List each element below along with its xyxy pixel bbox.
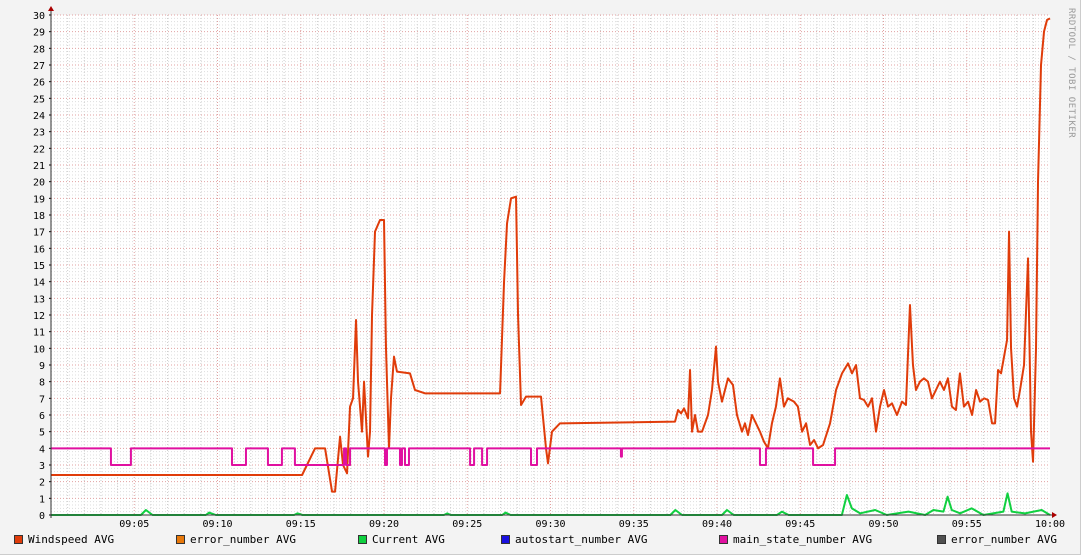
y-tick-label: 3 <box>39 461 45 472</box>
y-tick-label: 24 <box>33 111 45 122</box>
legend-swatch <box>719 535 728 544</box>
legend-item: error_number AVG <box>176 533 358 546</box>
y-tick-label: 8 <box>39 378 45 389</box>
x-tick-label: 09:15 <box>286 519 316 530</box>
legend-swatch <box>937 535 946 544</box>
legend-label: autostart_number AVG <box>515 533 648 546</box>
y-tick-label: 9 <box>39 361 45 372</box>
x-axis-arrow-icon <box>1052 512 1057 518</box>
y-tick-label: 4 <box>39 444 45 455</box>
y-tick-label: 22 <box>33 144 45 155</box>
x-tick-label: 10:00 <box>1035 519 1065 530</box>
y-tick-label: 11 <box>33 328 45 339</box>
legend-label: Current AVG <box>372 533 445 546</box>
x-tick-label: 09:20 <box>369 519 399 530</box>
y-tick-label: 5 <box>39 428 45 439</box>
y-tick-label: 10 <box>33 344 45 355</box>
legend-item: autostart_number AVG <box>501 533 719 546</box>
legend-swatch <box>358 535 367 544</box>
y-tick-label: 7 <box>39 394 45 405</box>
y-tick-label: 6 <box>39 411 45 422</box>
y-tick-label: 13 <box>33 294 45 305</box>
y-tick-label: 1 <box>39 494 45 505</box>
y-tick-label: 12 <box>33 311 45 322</box>
y-tick-label: 14 <box>33 278 45 289</box>
y-tick-label: 27 <box>33 61 45 72</box>
x-tick-label: 09:50 <box>868 519 898 530</box>
y-tick-label: 19 <box>33 194 45 205</box>
x-tick-label: 09:30 <box>535 519 565 530</box>
watermark: RRDTOOL / TOBI OETIKER <box>1066 8 1076 139</box>
legend-swatch <box>501 535 510 544</box>
y-tick-label: 18 <box>33 211 45 222</box>
x-tick-label: 09:55 <box>952 519 982 530</box>
x-tick-label: 09:05 <box>119 519 149 530</box>
y-axis-arrow-icon <box>48 6 54 11</box>
x-tick-label: 09:40 <box>702 519 732 530</box>
x-tick-label: 09:45 <box>785 519 815 530</box>
chart-plot: 0123456789101112131415161718192021222324… <box>33 6 1065 530</box>
y-tick-label: 23 <box>33 128 45 139</box>
legend-item: main_state_number AVG <box>719 533 937 546</box>
legend-swatch <box>176 535 185 544</box>
y-tick-label: 25 <box>33 94 45 105</box>
x-tick-label: 09:10 <box>202 519 232 530</box>
y-tick-label: 29 <box>33 28 45 39</box>
y-tick-label: 21 <box>33 161 45 172</box>
legend-label: error_number AVG <box>951 533 1057 546</box>
legend-item: Current AVG <box>358 533 501 546</box>
y-tick-label: 0 <box>39 511 45 522</box>
legend-label: error_number AVG <box>190 533 296 546</box>
y-tick-label: 28 <box>33 44 45 55</box>
legend-label: main_state_number AVG <box>733 533 873 546</box>
legend: Windspeed AVG error_number AVG Current AVG… <box>14 533 1077 546</box>
x-tick-label: 09:35 <box>619 519 649 530</box>
y-tick-label: 30 <box>33 11 45 22</box>
legend-item: Windspeed AVG <box>14 533 176 546</box>
y-tick-label: 2 <box>39 478 45 489</box>
y-tick-label: 16 <box>33 244 45 255</box>
legend-label: Windspeed AVG <box>28 533 115 546</box>
y-tick-label: 20 <box>33 178 45 189</box>
chart-container: 0 1 2 3 4 5 6 7 8 9 10 11 12 13 14 15 16 17 18 19 20 21 22 23 24… <box>0 0 1081 555</box>
legend-item: error_number AVG <box>937 533 1077 546</box>
x-tick-label: 09:25 <box>452 519 482 530</box>
y-tick-label: 26 <box>33 78 45 89</box>
y-tick-label: 15 <box>33 261 45 272</box>
legend-swatch <box>14 535 23 544</box>
y-tick-label: 17 <box>33 228 45 239</box>
